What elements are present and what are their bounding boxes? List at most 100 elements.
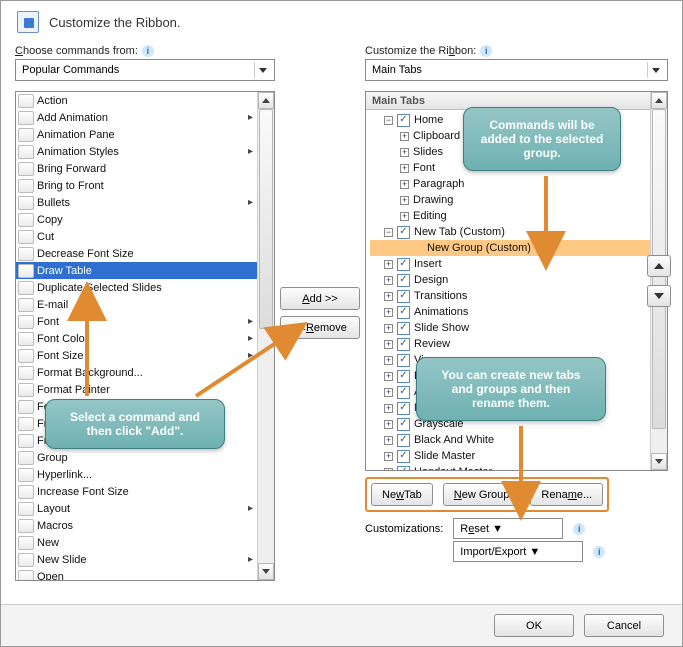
tree-node[interactable]: +Insert xyxy=(370,256,650,272)
command-item[interactable]: Bring to Front xyxy=(16,177,257,194)
command-item[interactable]: Animation Styles▸ xyxy=(16,143,257,160)
tree-node[interactable]: −New Tab (Custom) xyxy=(370,224,650,240)
checkbox[interactable] xyxy=(397,434,410,447)
expand-icon[interactable]: + xyxy=(384,372,393,381)
command-item[interactable]: Layout▸ xyxy=(16,500,257,517)
expand-icon[interactable]: + xyxy=(384,276,393,285)
expand-icon[interactable]: + xyxy=(400,180,409,189)
expand-icon[interactable]: + xyxy=(384,388,393,397)
new-tab-button[interactable]: New Tab xyxy=(371,483,433,506)
checkbox[interactable] xyxy=(397,226,410,239)
command-icon xyxy=(18,570,34,582)
move-up-button[interactable] xyxy=(647,255,671,277)
command-item[interactable]: Bring Forward xyxy=(16,160,257,177)
expand-icon[interactable]: + xyxy=(400,212,409,221)
command-item[interactable]: Duplicate Selected Slides xyxy=(16,279,257,296)
expand-icon[interactable]: + xyxy=(400,164,409,173)
checkbox[interactable] xyxy=(397,450,410,463)
command-item[interactable]: Copy xyxy=(16,211,257,228)
command-item[interactable]: Cut xyxy=(16,228,257,245)
scroll-up-button[interactable] xyxy=(258,92,274,109)
scroll-up-button[interactable] xyxy=(651,92,667,109)
command-item[interactable]: E-mail xyxy=(16,296,257,313)
checkbox[interactable] xyxy=(397,466,410,472)
tree-label: New Group (Custom) xyxy=(427,242,531,254)
command-icon xyxy=(18,264,34,278)
command-item[interactable]: New Slide▸ xyxy=(16,551,257,568)
expand-icon[interactable]: + xyxy=(384,260,393,269)
expand-icon[interactable]: + xyxy=(384,308,393,317)
command-icon xyxy=(18,281,34,295)
tree-node[interactable]: +Animations xyxy=(370,304,650,320)
choose-commands-combo[interactable]: Popular Commands xyxy=(15,59,275,81)
checkbox[interactable] xyxy=(397,354,410,367)
expand-icon[interactable]: + xyxy=(384,452,393,461)
expand-icon[interactable]: + xyxy=(384,468,393,472)
command-item[interactable]: Bullets▸ xyxy=(16,194,257,211)
customize-ribbon-combo[interactable]: Main Tabs xyxy=(365,59,668,81)
expand-icon[interactable]: − xyxy=(384,228,393,237)
command-item[interactable]: Action xyxy=(16,92,257,109)
info-icon[interactable]: i xyxy=(573,523,585,535)
command-item[interactable]: Hyperlink... xyxy=(16,466,257,483)
checkbox[interactable] xyxy=(397,258,410,271)
expand-icon[interactable]: − xyxy=(384,116,393,125)
move-down-button[interactable] xyxy=(647,285,671,307)
expand-icon[interactable]: + xyxy=(384,420,393,429)
cancel-button[interactable]: Cancel xyxy=(584,614,664,637)
scroll-down-button[interactable] xyxy=(258,563,274,580)
checkbox[interactable] xyxy=(397,418,410,431)
expand-icon[interactable]: + xyxy=(384,292,393,301)
scroll-down-button[interactable] xyxy=(651,453,667,470)
checkbox[interactable] xyxy=(397,386,410,399)
reset-combo[interactable]: Reset ▼ xyxy=(453,518,563,539)
expand-icon[interactable]: + xyxy=(384,404,393,413)
tree-node[interactable]: +Editing xyxy=(370,208,650,224)
command-item[interactable]: Macros xyxy=(16,517,257,534)
tree-node[interactable]: +Paragraph xyxy=(370,176,650,192)
expand-icon[interactable]: + xyxy=(384,324,393,333)
checkbox[interactable] xyxy=(397,290,410,303)
command-label: Bullets xyxy=(37,197,70,209)
import-export-combo[interactable]: Import/Export ▼ xyxy=(453,541,583,562)
command-icon xyxy=(18,315,34,329)
tree-node[interactable]: +Slide Show xyxy=(370,320,650,336)
checkbox[interactable] xyxy=(397,114,410,127)
checkbox[interactable] xyxy=(397,306,410,319)
checkbox[interactable] xyxy=(397,274,410,287)
scroll-thumb[interactable] xyxy=(259,109,273,329)
command-label: New xyxy=(37,537,59,549)
tree-node[interactable]: +Drawing xyxy=(370,192,650,208)
command-item[interactable]: Add Animation▸ xyxy=(16,109,257,126)
tree-node[interactable]: New Group (Custom) xyxy=(370,240,650,256)
checkbox[interactable] xyxy=(397,338,410,351)
expand-icon[interactable]: + xyxy=(400,132,409,141)
checkbox[interactable] xyxy=(397,402,410,415)
command-icon xyxy=(18,247,34,261)
info-icon[interactable]: i xyxy=(593,546,605,558)
checkbox[interactable] xyxy=(397,370,410,383)
rename-button[interactable]: Rename... xyxy=(530,483,603,506)
tree-node[interactable]: +Transitions xyxy=(370,288,650,304)
command-item[interactable]: Decrease Font Size xyxy=(16,245,257,262)
command-item[interactable]: New xyxy=(16,534,257,551)
command-item[interactable]: Increase Font Size xyxy=(16,483,257,500)
info-icon[interactable]: i xyxy=(480,45,492,57)
command-item[interactable]: Open xyxy=(16,568,257,581)
expand-icon[interactable]: + xyxy=(400,196,409,205)
tree-node[interactable]: +Review xyxy=(370,336,650,352)
tree-label: Handout Master xyxy=(414,466,492,471)
expand-icon[interactable]: + xyxy=(384,356,393,365)
command-item[interactable]: Draw Table xyxy=(16,262,257,279)
expand-icon[interactable]: + xyxy=(384,436,393,445)
command-icon xyxy=(18,553,34,567)
info-icon[interactable]: i xyxy=(142,45,154,57)
ok-button[interactable]: OK xyxy=(494,614,574,637)
expand-icon[interactable]: + xyxy=(400,148,409,157)
tree-node[interactable]: +Design xyxy=(370,272,650,288)
command-item[interactable]: Animation Pane xyxy=(16,126,257,143)
expand-icon[interactable]: + xyxy=(384,340,393,349)
add-button[interactable]: Add >> xyxy=(280,287,360,310)
checkbox[interactable] xyxy=(397,322,410,335)
command-item[interactable]: Group xyxy=(16,449,257,466)
